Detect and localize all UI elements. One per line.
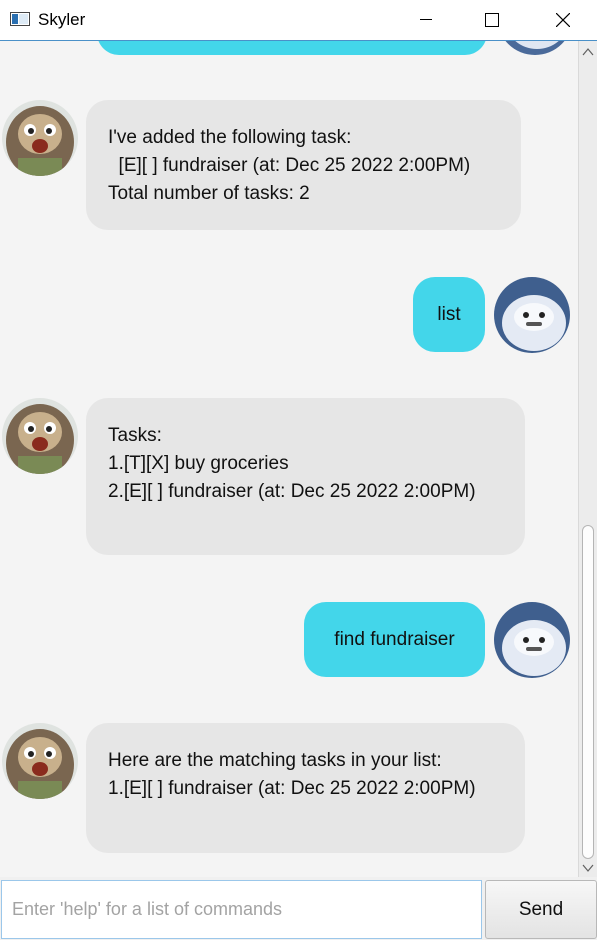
scroll-thumb[interactable]: [582, 525, 594, 859]
user-message: find fundraiser: [304, 602, 485, 677]
minimize-button[interactable]: [403, 0, 449, 40]
send-button[interactable]: Send: [485, 880, 597, 939]
user-message: list: [413, 277, 485, 352]
maximize-icon: [485, 13, 499, 27]
minimize-icon: [420, 19, 432, 20]
chat-area[interactable]: I've added the following task: [E][ ] fu…: [0, 41, 578, 877]
sloth-avatar: [2, 723, 78, 799]
scroll-up-icon[interactable]: [582, 47, 594, 57]
window-title: Skyler: [38, 10, 86, 29]
close-icon: [556, 13, 570, 27]
yeti-avatar: [494, 602, 570, 678]
sloth-avatar: [2, 398, 78, 474]
chat-scrollbar[interactable]: [578, 41, 597, 877]
bot-message: I've added the following task: [E][ ] fu…: [86, 100, 521, 230]
input-row: Send: [0, 877, 597, 940]
scroll-down-icon[interactable]: [582, 863, 594, 873]
yeti-avatar: [497, 41, 573, 55]
bot-message: Tasks: 1.[T][X] buy groceries 2.[E][ ] f…: [86, 398, 525, 555]
user-bubble-partial: [97, 41, 487, 55]
close-button[interactable]: [540, 0, 586, 40]
title-bar: Skyler: [0, 0, 597, 41]
bot-message: Here are the matching tasks in your list…: [86, 723, 525, 853]
sloth-avatar: [2, 100, 78, 176]
command-input[interactable]: [1, 880, 482, 939]
yeti-avatar: [494, 277, 570, 353]
app-window-icon: [10, 12, 30, 26]
maximize-button[interactable]: [469, 0, 515, 40]
